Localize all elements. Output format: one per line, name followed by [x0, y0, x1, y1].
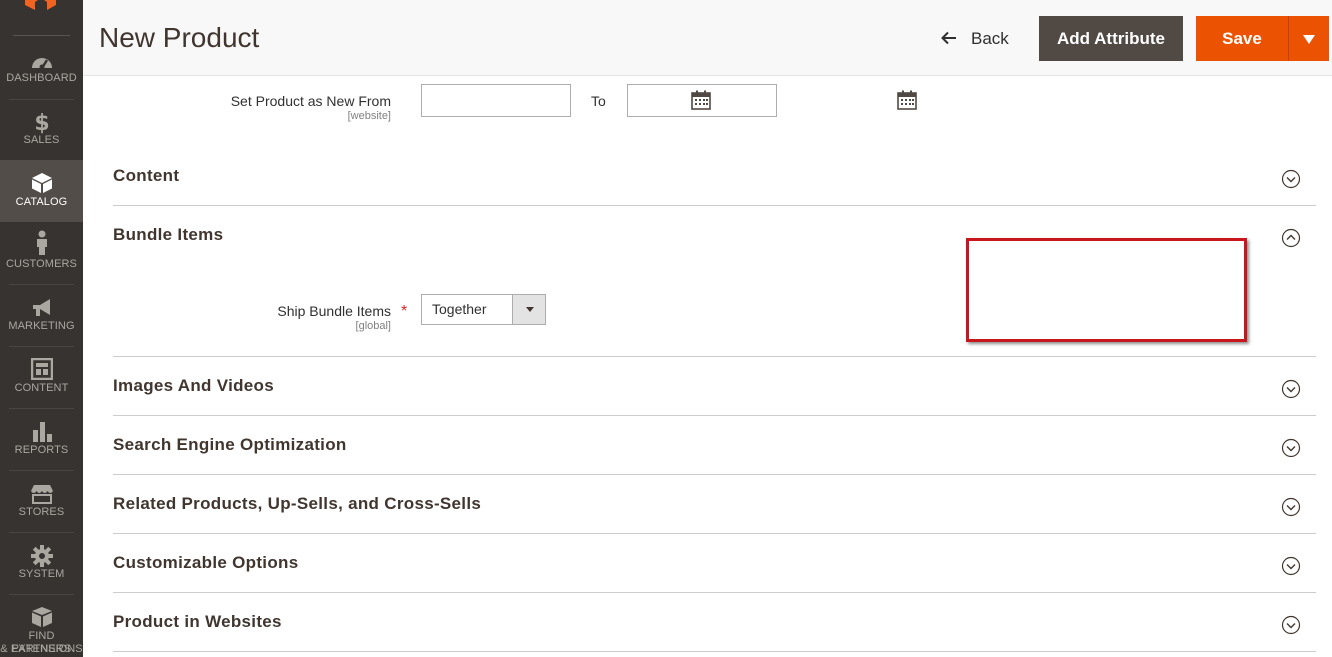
dropdown-arrow-button[interactable] [512, 295, 545, 324]
sidebar-item-label: CATALOG [15, 196, 68, 208]
chevron-down-icon[interactable] [1281, 169, 1301, 189]
sidebar-item-label: CONTENT [14, 382, 69, 394]
new-from-scope: [website] [347, 110, 391, 122]
sidebar-divider [13, 35, 70, 36]
section-divider [113, 474, 1316, 475]
sidebar-item-catalog[interactable]: CATALOG [0, 160, 83, 222]
section-customizable-options-title[interactable]: Customizable Options [113, 553, 298, 573]
sidebar-item-content[interactable]: CONTENT [0, 346, 83, 408]
page-title: New Product [99, 22, 260, 53]
sidebar-item-stores[interactable]: STORES [0, 470, 83, 532]
section-bundle-items-title[interactable]: Bundle Items [113, 225, 223, 245]
storefront-icon [0, 484, 83, 508]
sidebar-item-marketing[interactable]: MARKETING [0, 284, 83, 346]
sidebar-item-label: DASHBOARD [6, 72, 77, 84]
sidebar-item-label: & EXTENSIONS [0, 643, 83, 655]
section-seo-title[interactable]: Search Engine Optimization [113, 435, 347, 455]
sidebar-item-find-partners[interactable]: FIND PARTNERS & EXTENSIONS [0, 594, 83, 657]
highlight-annotation-box [966, 238, 1247, 342]
sidebar-item-label: MARKETING [8, 320, 75, 332]
calendar-icon[interactable] [691, 90, 711, 110]
section-images-videos-title[interactable]: Images And Videos [113, 376, 274, 396]
section-divider [113, 356, 1316, 357]
caret-down-icon [526, 307, 534, 312]
ship-bundle-select[interactable]: Together [421, 294, 546, 325]
new-from-label: Set Product as New From [230, 93, 391, 109]
content-layout-icon [0, 358, 83, 382]
add-attribute-button[interactable]: Add Attribute [1039, 16, 1183, 61]
back-button-label: Back [971, 29, 1009, 48]
section-product-websites-title[interactable]: Product in Websites [113, 612, 282, 632]
save-options-toggle[interactable] [1288, 16, 1329, 61]
sidebar-item-label: REPORTS [14, 444, 69, 456]
back-button[interactable]: Back [941, 24, 1009, 54]
chevron-down-icon[interactable] [1281, 497, 1301, 517]
svg-text:$: $ [34, 111, 49, 134]
sidebar-item-system[interactable]: SYSTEM [0, 532, 83, 594]
ship-bundle-label: Ship Bundle Items [277, 303, 391, 319]
new-to-label: To [591, 93, 606, 109]
sidebar-item-reports[interactable]: REPORTS [0, 408, 83, 470]
dollar-icon: $ [0, 110, 83, 134]
sidebar-item-label: CUSTOMERS [6, 258, 77, 270]
new-from-date-input[interactable] [421, 84, 571, 117]
section-divider [113, 533, 1316, 534]
sidebar-item-dashboard[interactable]: DASHBOARD [0, 38, 83, 100]
magento-logo-icon[interactable] [0, 0, 83, 35]
chevron-down-icon[interactable] [1281, 556, 1301, 576]
bar-chart-icon [0, 420, 83, 444]
calendar-icon[interactable] [897, 90, 917, 110]
caret-down-icon [1303, 35, 1315, 44]
catalog-box-icon [0, 172, 83, 196]
ship-bundle-selected-value: Together [432, 301, 487, 317]
page-header: New Product Back Add Attribute Save [83, 0, 1332, 76]
section-divider [113, 651, 1316, 652]
boxes-icon [0, 606, 83, 630]
section-divider [113, 592, 1316, 593]
chevron-down-icon[interactable] [1281, 438, 1301, 458]
section-divider [113, 205, 1316, 206]
sidebar-item-label: SYSTEM [18, 568, 65, 580]
person-icon [0, 230, 83, 255]
required-marker: * [401, 303, 408, 320]
ship-bundle-scope: [global] [355, 320, 391, 332]
sidebar-item-label: SALES [23, 134, 60, 146]
chevron-up-icon[interactable] [1281, 228, 1301, 248]
sidebar-item-label: STORES [18, 506, 65, 518]
gear-icon [0, 544, 83, 568]
admin-sidebar: DASHBOARD $ SALES CATALOG CUSTOMERS MARK… [0, 0, 83, 657]
megaphone-icon [0, 298, 83, 322]
save-button[interactable]: Save [1196, 16, 1288, 61]
section-divider [113, 415, 1316, 416]
sidebar-item-sales[interactable]: $ SALES [0, 100, 83, 162]
section-related-products-title[interactable]: Related Products, Up-Sells, and Cross-Se… [113, 494, 481, 514]
section-content-title[interactable]: Content [113, 166, 179, 186]
sidebar-item-customers[interactable]: CUSTOMERS [0, 222, 83, 284]
chevron-down-icon[interactable] [1281, 379, 1301, 399]
arrow-left-icon [941, 25, 957, 45]
chevron-down-icon[interactable] [1281, 615, 1301, 635]
